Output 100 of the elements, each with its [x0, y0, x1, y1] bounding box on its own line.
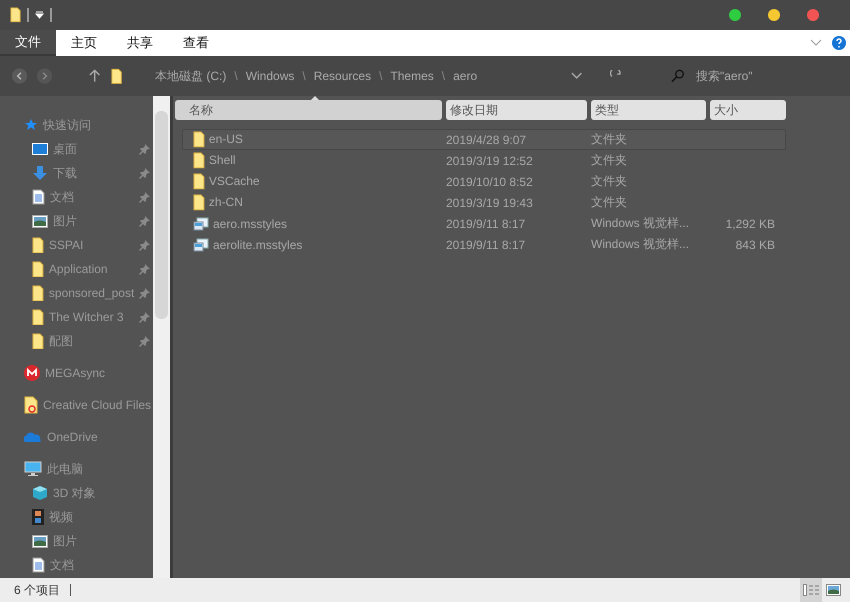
forward-icon[interactable] — [37, 68, 52, 84]
search-field[interactable]: 搜索"aero" — [694, 68, 838, 84]
folder-icon — [193, 131, 205, 148]
pin-icon[interactable] — [139, 168, 150, 179]
nav-item[interactable]: 3D 对象 — [53, 484, 96, 502]
scrollbar-thumb[interactable] — [155, 111, 168, 319]
date-cell-text: 2019/9/11 8:17 — [446, 216, 526, 230]
nav-item[interactable]: sponsored_post — [48, 286, 134, 300]
type-cell-text: 文件夹 — [591, 173, 628, 190]
film-icon — [32, 509, 44, 525]
breadcrumb[interactable]: Windows — [246, 69, 294, 83]
file-name: zh-CN — [208, 195, 243, 210]
back-icon[interactable] — [12, 68, 28, 84]
file-name: Shell — [208, 153, 236, 168]
pin-icon[interactable] — [139, 288, 150, 299]
window-control[interactable] — [729, 9, 741, 21]
nav-item[interactable]: SSPAI — [48, 238, 84, 252]
mega-icon — [24, 365, 40, 381]
path-separator: \ — [302, 69, 306, 83]
file-icon — [193, 216, 209, 230]
toolbar-divider-icon — [50, 8, 52, 22]
folder-icon — [110, 68, 122, 84]
chevron-down-icon[interactable] — [810, 39, 822, 47]
type-cell-text: Windows 视觉样... — [591, 236, 690, 253]
pin-icon[interactable] — [139, 264, 150, 275]
nav-item[interactable]: 配图 — [48, 332, 73, 350]
cube-icon — [32, 485, 48, 501]
breadcrumb[interactable]: Resources — [314, 69, 372, 83]
file-row[interactable]: en-US 2019/4/28 9:07 文件夹 — [182, 129, 786, 150]
size-cell-text: 843 KB — [734, 238, 775, 252]
folder-icon — [193, 194, 205, 211]
dropdown-icon[interactable] — [35, 11, 44, 19]
folder-icon — [32, 308, 44, 326]
item-count: 6 个项目 — [14, 582, 60, 598]
file-row[interactable]: zh-CN 2019/3/19 19:43 文件夹 — [182, 192, 786, 213]
pin-icon[interactable] — [139, 216, 150, 227]
folder-icon — [193, 152, 205, 169]
date-cell-text: 2019/4/28 9:07 — [446, 132, 528, 146]
nav-item[interactable]: Creative Cloud Files — [43, 398, 152, 412]
folder-icon — [32, 236, 44, 254]
cloud-icon — [24, 432, 42, 442]
pin-icon[interactable] — [139, 192, 150, 203]
sort-arrow-icon — [311, 96, 319, 100]
up-arrow-icon[interactable] — [89, 69, 101, 83]
nav-item[interactable]: 图片 — [53, 532, 77, 550]
thumbnail-view-icon — [826, 584, 840, 596]
file-name: aerolite.msstyles — [213, 238, 302, 252]
pin-icon[interactable] — [139, 240, 150, 251]
nav-item[interactable]: 图片 — [53, 212, 77, 230]
breadcrumb[interactable]: 本地磁盘 (C:) — [155, 68, 226, 84]
nav-item[interactable]: 此电脑 — [47, 460, 83, 478]
breadcrumb[interactable]: Themes — [390, 69, 434, 83]
type-cell-text: Windows 视觉样... — [591, 215, 690, 232]
column-header[interactable]: 修改日期 — [446, 100, 587, 120]
ribbon-tab[interactable]: 文件 — [0, 30, 56, 56]
view-button[interactable] — [800, 578, 822, 602]
download-icon — [32, 165, 48, 181]
nav-item[interactable]: OneDrive — [47, 430, 98, 444]
column-header[interactable]: 类型 — [591, 100, 706, 120]
window-control[interactable] — [807, 9, 819, 21]
search-icon — [670, 69, 684, 83]
file-icon — [193, 238, 209, 252]
breadcrumb[interactable]: aero — [453, 69, 478, 83]
pin-icon[interactable] — [139, 144, 150, 155]
pin-icon[interactable] — [139, 336, 150, 347]
type-cell-text: 文件夹 — [591, 194, 628, 211]
path-separator: \ — [379, 69, 382, 83]
cloud-folder-icon — [24, 396, 38, 414]
window-control[interactable] — [768, 9, 780, 21]
column-header[interactable]: 大小 — [710, 100, 786, 120]
nav-item[interactable]: Application — [48, 262, 108, 276]
date-cell-text: 2019/9/11 8:17 — [446, 238, 526, 252]
file-row[interactable]: aerolite.msstyles 2019/9/11 8:17 Windows 视觉样... 843 KB — [182, 234, 786, 255]
nav-item[interactable]: 下载 — [53, 164, 77, 182]
document-icon — [32, 189, 45, 205]
file-name: aero.msstyles — [213, 216, 288, 230]
file-row[interactable]: Shell 2019/3/19 12:52 文件夹 — [182, 150, 786, 171]
pin-icon[interactable] — [139, 312, 150, 323]
date-cell-text: 2019/10/10 8:52 — [446, 174, 534, 188]
nav-item[interactable]: 文档 — [50, 556, 74, 574]
nav-item[interactable]: 文档 — [50, 188, 74, 206]
folder-icon — [10, 7, 22, 23]
folder-icon — [32, 260, 44, 278]
details-view-icon — [802, 584, 820, 596]
nav-item[interactable]: MEGAsync — [45, 366, 106, 380]
file-row[interactable]: aero.msstyles 2019/9/11 8:17 Windows 视觉样... 1,292 KB — [182, 213, 786, 234]
folder-icon — [32, 284, 44, 302]
folder-icon — [32, 332, 44, 350]
nav-item[interactable]: 视频 — [49, 508, 73, 526]
star-icon — [24, 118, 38, 132]
desktop-icon — [32, 143, 48, 155]
size-cell-text: 1,292 KB — [724, 216, 775, 230]
file-row[interactable]: VSCache 2019/10/10 8:52 文件夹 — [182, 171, 786, 192]
nav-item[interactable]: 快速访问 — [43, 116, 91, 134]
chevron-down-icon[interactable] — [571, 72, 583, 80]
column-header[interactable]: 名称 — [175, 100, 442, 120]
help-icon[interactable] — [832, 36, 846, 50]
date-cell-text: 2019/3/19 19:43 — [446, 196, 534, 210]
nav-item[interactable]: 桌面 — [53, 140, 77, 158]
nav-item[interactable]: The Witcher 3 — [48, 310, 124, 324]
